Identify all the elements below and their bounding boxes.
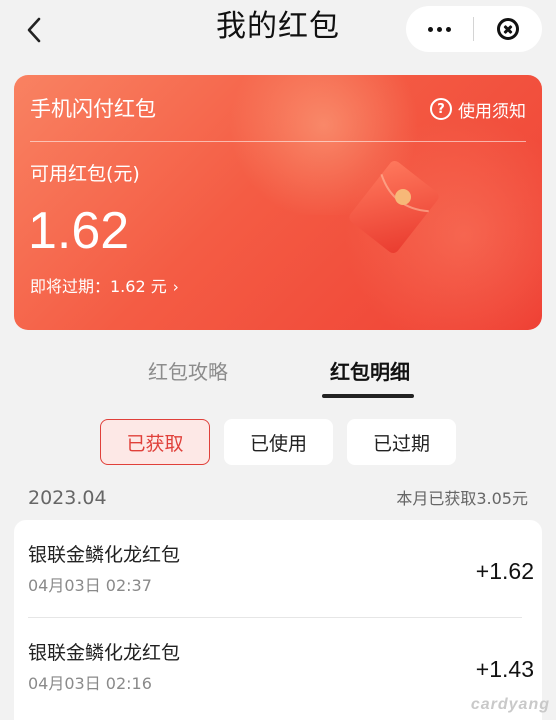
watermark: cardyang (470, 696, 550, 713)
expiry-link[interactable]: 即将过期：1.62 元 › (30, 275, 179, 299)
filter-used-button[interactable]: 已使用 (224, 419, 333, 465)
question-icon: ? (430, 98, 452, 120)
usage-rules-link[interactable]: ? 使用须知 (430, 95, 526, 123)
usage-rules-label: 使用须知 (458, 101, 526, 122)
filter-obtained-button[interactable]: 已获取 (100, 419, 210, 465)
record-name: 银联金鳞化龙红包 (28, 642, 181, 664)
record-list: 银联金鳞化龙红包 04月03日 02:37 +1.62 银联金鳞化龙红包 04月… (14, 520, 542, 720)
card-title: 手机闪付红包 (30, 97, 156, 121)
active-tab-indicator (322, 394, 414, 398)
month-label: 2023.04 (28, 487, 107, 509)
filter-expired-button[interactable]: 已过期 (347, 419, 456, 465)
nav-bar: 我的红包 (0, 0, 556, 60)
chevron-right-icon: › (172, 278, 179, 296)
record-time: 04月03日 02:37 (28, 576, 152, 595)
close-button[interactable] (474, 6, 541, 52)
card-divider (30, 141, 526, 142)
record-amount: +1.62 (475, 558, 534, 584)
more-button[interactable] (406, 6, 473, 52)
expiry-text: 即将过期：1.62 元 (30, 277, 167, 296)
list-item[interactable]: 银联金鳞化龙红包 04月03日 02:16 +1.43 (28, 630, 534, 720)
month-summary: 本月已获取3.05元 (396, 489, 528, 508)
mini-program-capsule (406, 6, 542, 52)
more-dot (437, 26, 442, 32)
list-divider (28, 617, 522, 618)
more-dot (446, 26, 451, 32)
more-dots-icon (428, 26, 433, 32)
tab-redpacket-details[interactable]: 红包明细 (312, 350, 428, 394)
record-name: 银联金鳞化龙红包 (28, 544, 181, 566)
balance-label: 可用红包(元) (30, 163, 140, 185)
tab-redpacket-guide[interactable]: 红包攻略 (130, 350, 246, 394)
tab-bar: 红包攻略 红包明细 (0, 350, 556, 400)
balance-value: 1.62 (28, 202, 130, 260)
red-envelope-icon (349, 161, 439, 253)
close-icon (496, 18, 519, 40)
record-time: 04月03日 02:16 (28, 674, 152, 693)
redpacket-card: 手机闪付红包 ? 使用须知 可用红包(元) 1.62 即将过期：1.62 元 › (14, 75, 542, 330)
list-item[interactable]: 银联金鳞化龙红包 04月03日 02:37 +1.62 (28, 532, 534, 628)
record-amount: +1.43 (475, 656, 534, 682)
